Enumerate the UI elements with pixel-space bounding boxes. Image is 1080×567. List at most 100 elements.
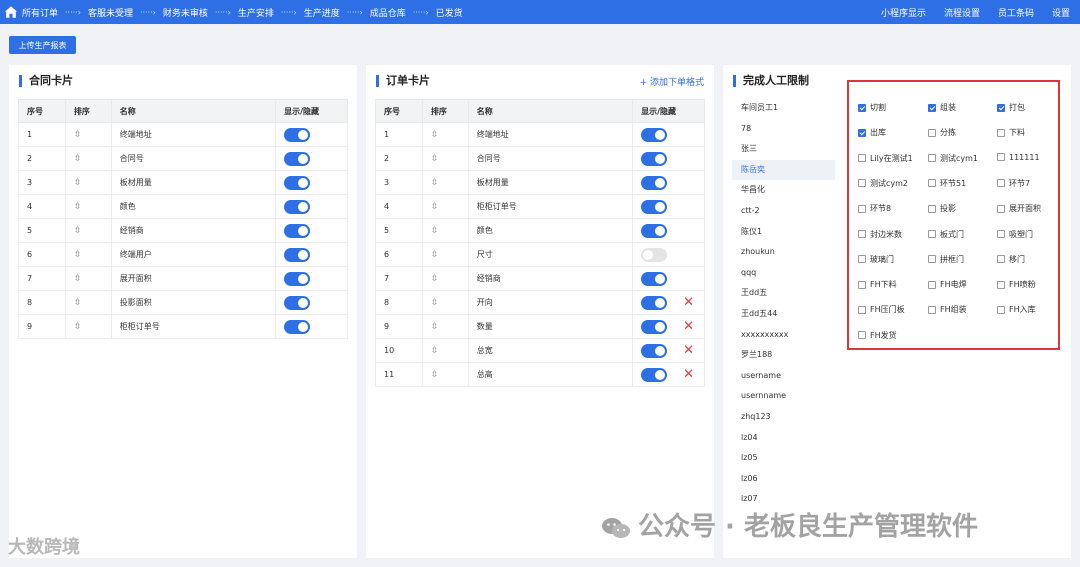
process-option[interactable]: 封边米数 — [858, 229, 902, 240]
checkbox[interactable] — [858, 103, 866, 112]
checkbox[interactable] — [997, 255, 1005, 264]
breadcrumb-item[interactable]: 财务未审核 — [163, 6, 208, 19]
user-list-item[interactable]: ctt-2 — [732, 201, 835, 222]
user-list-item[interactable]: usernname — [732, 386, 835, 407]
visibility-toggle[interactable] — [284, 271, 311, 286]
drag-sort-icon[interactable]: ⇳ — [64, 218, 112, 243]
checkbox[interactable] — [928, 280, 936, 289]
breadcrumb-item[interactable]: 成品仓库 — [370, 6, 406, 19]
breadcrumb-item[interactable]: 所有订单 — [22, 6, 58, 19]
top-link[interactable]: 设置 — [1052, 6, 1070, 19]
drag-sort-icon[interactable]: ⇳ — [421, 122, 469, 147]
visibility-toggle[interactable] — [284, 295, 311, 310]
visibility-toggle[interactable] — [641, 127, 668, 142]
visibility-toggle[interactable] — [641, 199, 668, 214]
visibility-toggle[interactable] — [641, 223, 668, 238]
delete-icon[interactable]: ✕ — [683, 319, 694, 334]
visibility-toggle[interactable] — [284, 151, 311, 166]
process-option[interactable]: FH发货 — [858, 330, 897, 341]
drag-sort-icon[interactable]: ⇳ — [64, 314, 112, 339]
checkbox[interactable] — [858, 255, 866, 264]
checkbox[interactable] — [997, 179, 1005, 188]
add-order-format-link[interactable]: + 添加下单格式 — [640, 75, 704, 88]
process-option[interactable]: 展开面积 — [997, 203, 1041, 214]
drag-sort-icon[interactable]: ⇳ — [421, 242, 469, 267]
user-list-item[interactable]: qqq — [732, 263, 835, 284]
visibility-toggle[interactable] — [641, 319, 668, 334]
delete-icon[interactable]: ✕ — [683, 367, 694, 382]
drag-sort-icon[interactable]: ⇳ — [64, 170, 112, 195]
checkbox[interactable] — [858, 230, 866, 238]
user-list-item[interactable]: lz06 — [732, 469, 835, 490]
checkbox[interactable] — [858, 204, 866, 213]
top-link[interactable]: 员工条码 — [998, 6, 1034, 19]
checkbox[interactable] — [997, 128, 1005, 137]
visibility-toggle[interactable] — [284, 199, 311, 214]
visibility-toggle[interactable] — [641, 175, 668, 190]
process-option[interactable]: 环节8 — [858, 203, 891, 214]
process-option[interactable]: FH喷粉 — [997, 279, 1036, 290]
process-option[interactable]: 切割 — [858, 102, 886, 113]
process-option[interactable]: 移门 — [997, 254, 1025, 265]
process-option[interactable]: FH组装 — [928, 304, 967, 315]
drag-sort-icon[interactable]: ⇳ — [421, 314, 469, 339]
process-option[interactable]: 吸塑门 — [997, 229, 1033, 240]
checkbox[interactable] — [997, 103, 1005, 112]
user-list-item[interactable]: 王dd五 — [732, 283, 835, 304]
process-option[interactable]: Lily在测试1 — [858, 153, 913, 164]
drag-sort-icon[interactable]: ⇳ — [64, 146, 112, 171]
checkbox[interactable] — [928, 179, 936, 188]
checkbox[interactable] — [858, 128, 866, 137]
drag-sort-icon[interactable]: ⇳ — [64, 122, 112, 147]
checkbox[interactable] — [997, 280, 1005, 289]
checkbox[interactable] — [858, 179, 866, 188]
visibility-toggle[interactable] — [641, 343, 668, 358]
checkbox[interactable] — [858, 331, 866, 340]
user-list-item[interactable]: 张三 — [732, 139, 835, 160]
visibility-toggle[interactable] — [284, 175, 311, 190]
user-list-item[interactable]: zhoukun — [732, 242, 835, 263]
drag-sort-icon[interactable]: ⇳ — [421, 194, 469, 219]
visibility-toggle[interactable] — [641, 367, 668, 382]
process-option[interactable]: 测试cym2 — [858, 178, 908, 189]
checkbox[interactable] — [997, 305, 1005, 314]
drag-sort-icon[interactable]: ⇳ — [64, 194, 112, 219]
delete-icon[interactable]: ✕ — [683, 295, 694, 310]
user-list-item[interactable]: 78 — [732, 119, 835, 140]
visibility-toggle[interactable] — [641, 151, 668, 166]
user-list-item[interactable]: 王dd五44 — [732, 304, 835, 325]
checkbox[interactable] — [858, 305, 866, 314]
process-option[interactable]: 拼框门 — [928, 254, 964, 265]
process-option[interactable]: FH入库 — [997, 304, 1036, 315]
visibility-toggle[interactable] — [284, 247, 311, 262]
visibility-toggle[interactable] — [284, 223, 311, 238]
user-list-item[interactable]: 罗兰188 — [732, 345, 835, 366]
process-option[interactable]: 环节7 — [997, 178, 1030, 189]
checkbox[interactable] — [997, 153, 1005, 162]
user-list-item[interactable]: zhq123 — [732, 407, 835, 428]
process-option[interactable]: 分拣 — [928, 127, 956, 138]
drag-sort-icon[interactable]: ⇳ — [64, 290, 112, 315]
checkbox[interactable] — [928, 154, 936, 163]
user-list-item[interactable]: 车间员工1 — [732, 98, 835, 119]
drag-sort-icon[interactable]: ⇳ — [64, 266, 112, 291]
user-list-item[interactable]: lz04 — [732, 428, 835, 449]
breadcrumb-item[interactable]: 生产进度 — [304, 6, 340, 19]
visibility-toggle[interactable] — [284, 319, 311, 334]
breadcrumb-item[interactable]: 生产安排 — [238, 6, 274, 19]
drag-sort-icon[interactable]: ⇳ — [421, 362, 469, 387]
breadcrumb-item[interactable]: 客服未受理 — [88, 6, 133, 19]
visibility-toggle[interactable] — [641, 271, 668, 286]
process-option[interactable]: 组装 — [928, 102, 956, 113]
drag-sort-icon[interactable]: ⇳ — [421, 146, 469, 171]
checkbox[interactable] — [858, 280, 866, 289]
process-option[interactable]: 板式门 — [928, 229, 964, 240]
checkbox[interactable] — [997, 230, 1005, 238]
process-option[interactable]: 下料 — [997, 127, 1025, 138]
process-option[interactable]: 打包 — [997, 102, 1025, 113]
visibility-toggle[interactable] — [284, 127, 311, 142]
user-list-item[interactable]: lz05 — [732, 448, 835, 469]
checkbox[interactable] — [928, 305, 936, 314]
process-option[interactable]: FH电焊 — [928, 279, 967, 290]
top-link[interactable]: 小程序显示 — [881, 6, 926, 19]
